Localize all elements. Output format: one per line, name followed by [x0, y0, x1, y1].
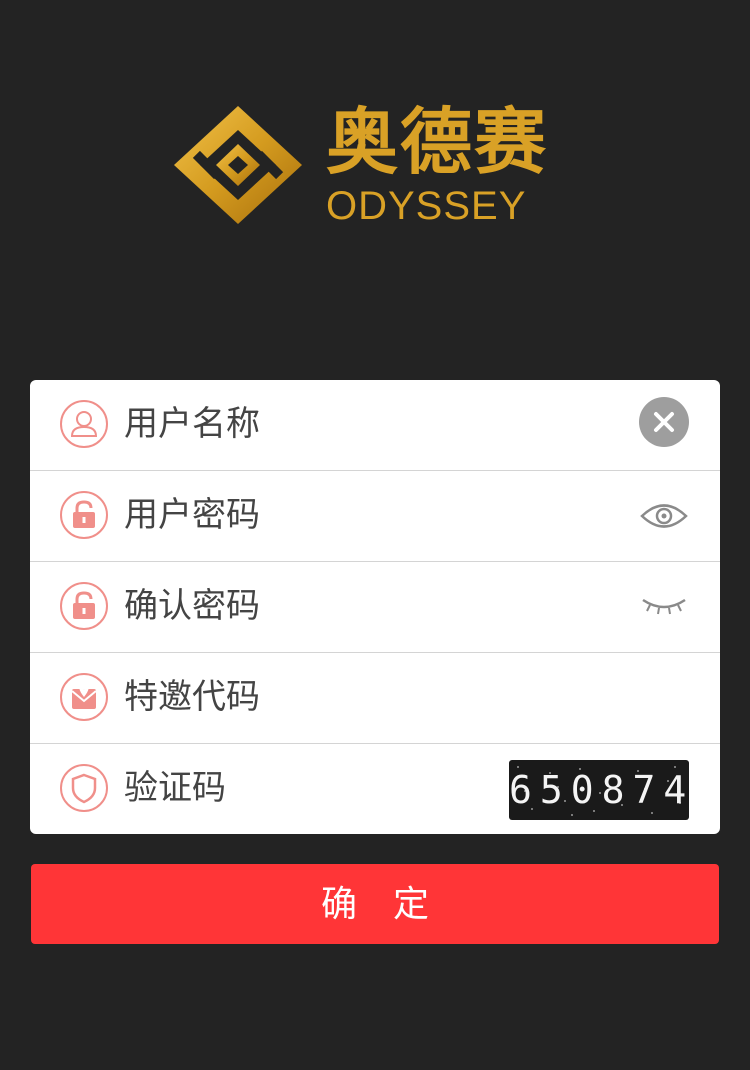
brand-name-cn: 奥德赛 — [326, 100, 549, 184]
envelope-heart-icon — [60, 673, 108, 721]
password-placeholder: 用户密码 — [124, 495, 260, 535]
confirm-password-field[interactable]: 确认密码 — [30, 562, 720, 653]
username-placeholder: 用户名称 — [124, 404, 260, 444]
invite-code-field[interactable]: 特邀代码 — [30, 653, 720, 744]
password-field[interactable]: 用户密码 — [30, 471, 720, 562]
captcha-placeholder: 验证码 — [124, 768, 226, 808]
shield-icon — [60, 764, 108, 812]
eye-open-icon[interactable] — [640, 499, 688, 533]
lock-icon — [60, 582, 108, 630]
clear-icon[interactable] — [639, 397, 689, 447]
captcha-image[interactable]: 650874 — [509, 760, 689, 820]
eye-closed-icon[interactable] — [640, 594, 688, 618]
brand-name-en: ODYSSEY — [326, 184, 527, 228]
captcha-code: 650874 — [509, 768, 689, 812]
user-icon — [60, 400, 108, 448]
register-form: 用户名称 用户密码 确认密码 特邀代码 验证码 650874 — [30, 380, 720, 834]
confirm-password-placeholder: 确认密码 — [124, 586, 260, 626]
invite-code-placeholder: 特邀代码 — [124, 677, 260, 717]
diamond-knot-logo-icon — [174, 106, 302, 224]
confirm-button[interactable]: 确定 — [31, 864, 719, 944]
username-field[interactable]: 用户名称 — [30, 380, 720, 471]
captcha-field[interactable]: 验证码 650874 — [30, 744, 720, 834]
brand-logo: 奥德赛 ODYSSEY — [172, 100, 552, 230]
lock-icon — [60, 491, 108, 539]
